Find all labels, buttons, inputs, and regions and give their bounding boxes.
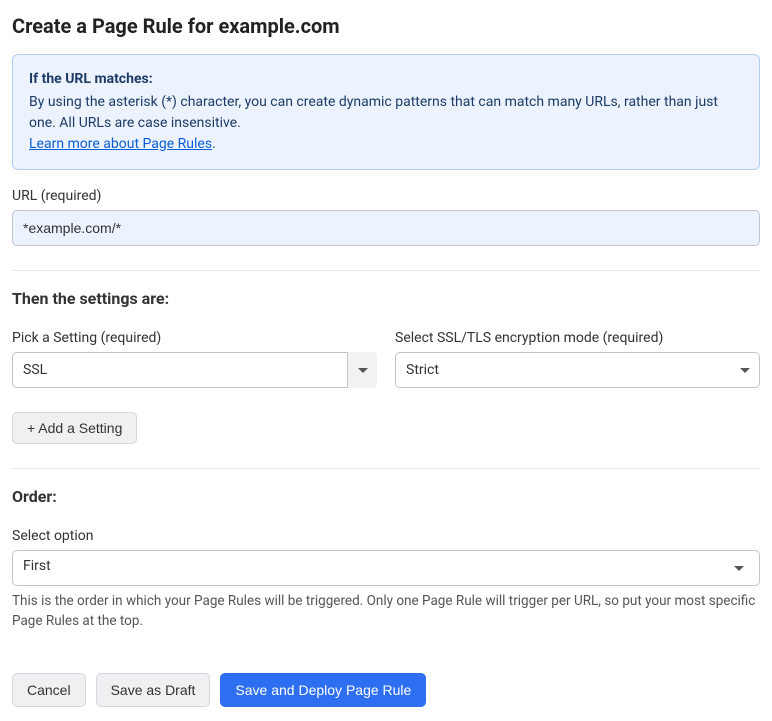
add-setting-button[interactable]: + Add a Setting	[12, 412, 137, 444]
save-draft-button[interactable]: Save as Draft	[96, 673, 211, 707]
page-title: Create a Page Rule for example.com	[12, 14, 760, 38]
settings-row: Pick a Setting (required) SSL Select SSL…	[12, 330, 760, 388]
url-input[interactable]	[12, 210, 760, 246]
order-select-wrap: First	[12, 550, 760, 586]
actions-row: Cancel Save as Draft Save and Deploy Pag…	[12, 673, 760, 707]
save-deploy-button[interactable]: Save and Deploy Page Rule	[220, 673, 426, 707]
cancel-button[interactable]: Cancel	[12, 673, 86, 707]
pick-setting-select[interactable]: SSL	[12, 352, 377, 388]
pick-setting-label: Pick a Setting (required)	[12, 330, 377, 346]
mode-select-wrap: Strict	[395, 352, 760, 388]
mode-label: Select SSL/TLS encryption mode (required…	[395, 330, 760, 346]
order-heading: Order:	[12, 487, 760, 506]
info-period: .	[212, 136, 216, 152]
pick-setting-select-wrap: SSL	[12, 352, 377, 388]
mode-select[interactable]: Strict	[395, 352, 760, 388]
order-help-text: This is the order in which your Page Rul…	[12, 592, 760, 631]
mode-value: Strict	[406, 362, 439, 378]
info-link[interactable]: Learn more about Page Rules	[29, 136, 212, 152]
order-value: First	[23, 558, 51, 574]
settings-heading: Then the settings are:	[12, 289, 760, 308]
info-box: If the URL matches: By using the asteris…	[12, 54, 760, 170]
divider	[12, 468, 760, 469]
order-select[interactable]: First	[12, 550, 760, 586]
divider	[12, 270, 760, 271]
url-label: URL (required)	[12, 188, 760, 204]
order-select-label: Select option	[12, 528, 760, 544]
pick-setting-value: SSL	[23, 362, 47, 378]
info-body: By using the asterisk (*) character, you…	[29, 92, 743, 134]
mode-col: Select SSL/TLS encryption mode (required…	[395, 330, 760, 388]
pick-setting-col: Pick a Setting (required) SSL	[12, 330, 377, 388]
info-title: If the URL matches:	[29, 69, 743, 90]
